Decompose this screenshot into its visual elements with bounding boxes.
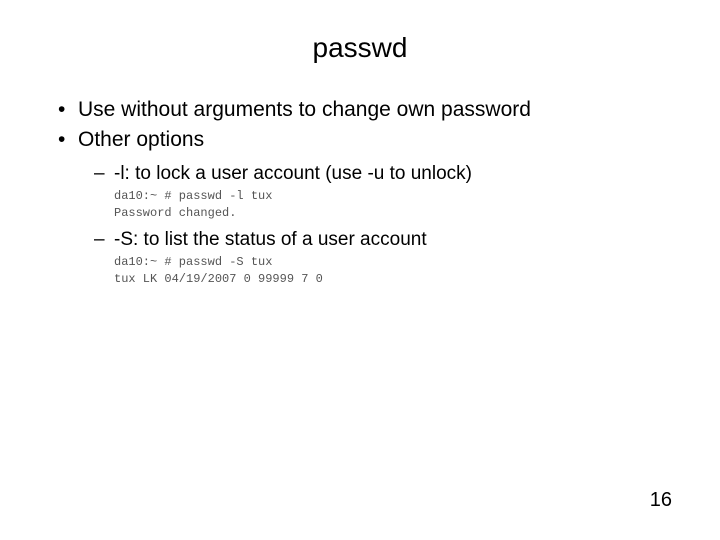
slide-content: Use without arguments to change own pass…: [50, 96, 670, 287]
code-example-status: da10:~ # passwd -S tux tux LK 04/19/2007…: [54, 254, 670, 286]
slide-title: passwd: [50, 32, 670, 64]
bullet-option-lock: -l: to lock a user account (use -u to un…: [54, 161, 670, 187]
bullet-use-without-args: Use without arguments to change own pass…: [54, 96, 670, 124]
code-example-lock: da10:~ # passwd -l tux Password changed.: [54, 188, 670, 220]
bullet-other-options: Other options: [54, 126, 670, 154]
bullet-option-status: -S: to list the status of a user account: [54, 227, 670, 253]
page-number: 16: [650, 489, 672, 512]
slide: passwd Use without arguments to change o…: [0, 0, 720, 540]
